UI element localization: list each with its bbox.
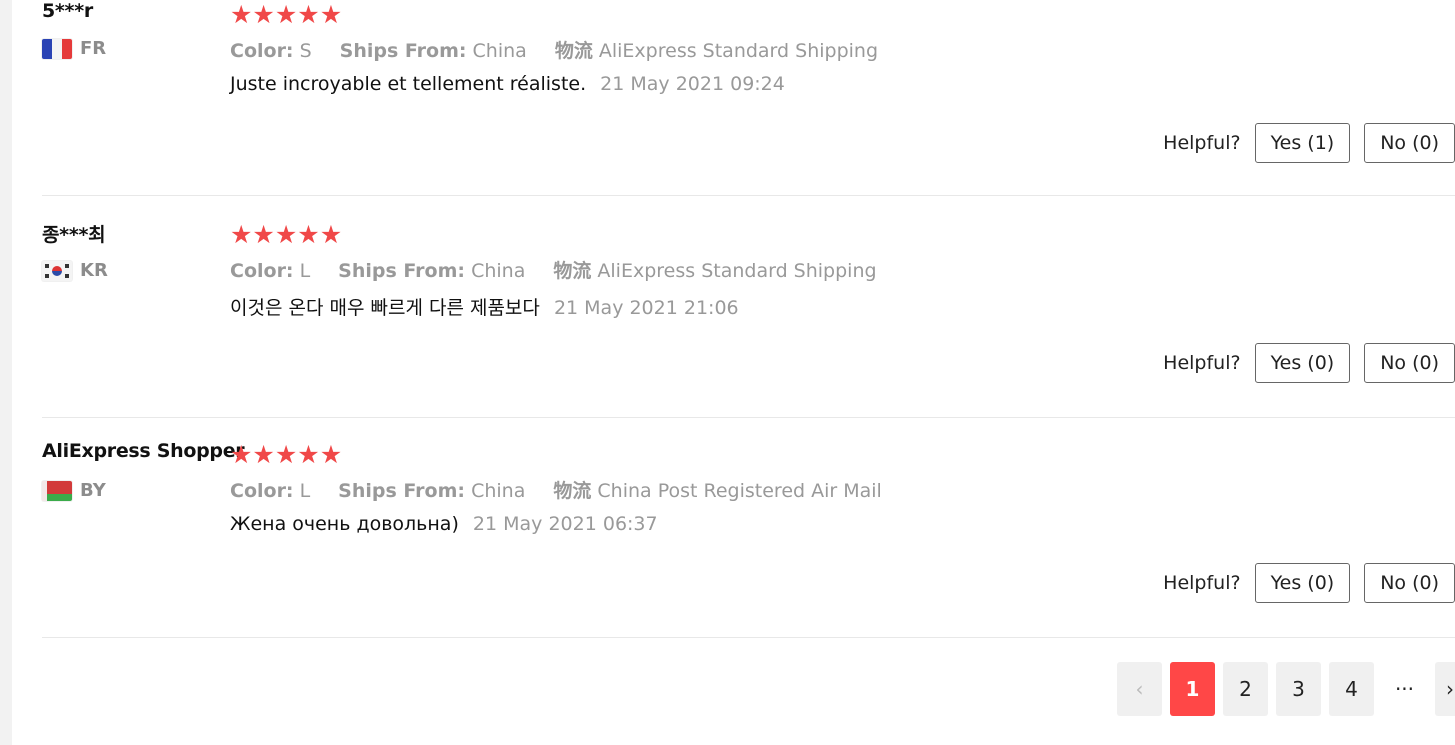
review-content: Juste incroyable et tellement réaliste. [230, 73, 587, 95]
review-meta: Color: L Ships From: China 物流 AliExpress S… [230, 256, 877, 283]
logistics-label: 物流 [554, 40, 593, 62]
logistics-value: AliExpress Standard Shipping [597, 260, 877, 282]
star-icon: ★ [319, 220, 343, 249]
prev-page-button[interactable]: ‹ [1117, 662, 1162, 716]
ships-from-label: Ships From: [339, 40, 467, 62]
star-icon: ★ [252, 220, 275, 249]
chevron-right-icon: › [1446, 677, 1454, 701]
star-icon: ★ [252, 440, 275, 469]
ships-from-value: China [471, 260, 526, 282]
reviewer-name: 5***r [42, 0, 93, 22]
review-item: 5***r FR ★★★★★ Color: S Ships From: China… [42, 0, 1455, 196]
review-date: 21 May 2021 21:06 [553, 297, 739, 319]
helpful-no-button[interactable]: No (0) [1364, 343, 1455, 383]
helpful-yes-button[interactable]: Yes (0) [1254, 563, 1351, 603]
review-text: 이것은 온다 매우 빠르게 다른 제품보다 21 May 2021 21:06 [230, 293, 739, 320]
review-meta: Color: L Ships From: China 物流 China Post R… [230, 476, 882, 503]
pagination: ‹ 1 2 3 4 ··· › [1117, 662, 1455, 716]
country-code: KR [80, 260, 108, 281]
ships-from-label: Ships From: [338, 480, 466, 502]
ships-from-value: China [472, 40, 527, 62]
ships-from-label: Ships From: [338, 260, 466, 282]
review-meta: Color: S Ships From: China 物流 AliExpress S… [230, 36, 878, 63]
color-value: L [299, 480, 311, 502]
helpful-label: Helpful? [1163, 132, 1241, 154]
star-icon: ★ [297, 0, 320, 29]
color-value: L [299, 260, 311, 282]
helpful-no-button[interactable]: No (0) [1364, 123, 1455, 163]
logistics-value: China Post Registered Air Mail [597, 480, 882, 502]
color-label: Color: [230, 40, 294, 62]
review-content: Жена очень довольна) [230, 513, 459, 535]
reviewer-name: AliExpress Shopper [42, 440, 245, 462]
helpful-no-button[interactable]: No (0) [1364, 563, 1455, 603]
page-4-button[interactable]: 4 [1329, 662, 1374, 716]
star-rating: ★★★★★ [230, 442, 342, 467]
helpful-vote: Helpful? Yes (0) No (0) [1163, 563, 1455, 603]
star-icon: ★ [230, 440, 253, 469]
country-code: BY [80, 480, 106, 501]
reviewer-name: 종***최 [42, 224, 106, 246]
color-value: S [299, 40, 312, 62]
star-icon: ★ [230, 220, 253, 249]
south-korea-flag-icon [42, 260, 72, 281]
review-date: 21 May 2021 09:24 [600, 73, 785, 95]
star-icon: ★ [230, 0, 253, 29]
star-icon: ★ [297, 440, 320, 469]
helpful-vote: Helpful? Yes (1) No (0) [1163, 123, 1455, 163]
next-page-button[interactable]: › [1435, 662, 1455, 716]
logistics-value: AliExpress Standard Shipping [598, 40, 879, 62]
helpful-yes-button[interactable]: Yes (1) [1254, 123, 1351, 163]
review-content: 이것은 온다 매우 빠르게 다른 제품보다 [230, 297, 540, 319]
reviewer-country: BY [42, 480, 106, 501]
star-icon: ★ [297, 220, 320, 249]
star-icon: ★ [252, 0, 275, 29]
star-icon: ★ [274, 0, 298, 29]
helpful-label: Helpful? [1163, 572, 1241, 594]
color-label: Color: [230, 260, 294, 282]
star-icon: ★ [274, 220, 298, 249]
page-1-button[interactable]: 1 [1170, 662, 1215, 716]
reviewer-country: KR [42, 260, 108, 281]
logistics-label: 物流 [553, 480, 592, 502]
reviews-panel: 5***r FR ★★★★★ Color: S Ships From: China… [12, 0, 1455, 745]
france-flag-icon [42, 38, 72, 59]
ships-from-value: China [471, 480, 526, 502]
page-3-button[interactable]: 3 [1276, 662, 1321, 716]
review-text: Жена очень довольна) 21 May 2021 06:37 [230, 513, 658, 535]
belarus-flag-icon [42, 480, 72, 501]
chevron-left-icon: ‹ [1135, 677, 1144, 701]
star-icon: ★ [319, 0, 343, 29]
page-2-button[interactable]: 2 [1223, 662, 1268, 716]
review-item: 종***최 KR ★★★★★ Color: L Ships From: China… [42, 198, 1455, 418]
helpful-vote: Helpful? Yes (0) No (0) [1163, 343, 1455, 383]
reviewer-country: FR [42, 38, 106, 59]
logistics-label: 物流 [553, 260, 592, 282]
country-code: FR [80, 38, 107, 59]
helpful-yes-button[interactable]: Yes (0) [1254, 343, 1351, 383]
star-rating: ★★★★★ [230, 222, 342, 247]
pagination-ellipsis: ··· [1394, 677, 1415, 701]
color-label: Color: [230, 480, 294, 502]
review-text: Juste incroyable et tellement réaliste. … [230, 73, 785, 95]
helpful-label: Helpful? [1163, 352, 1241, 374]
review-date: 21 May 2021 06:37 [472, 513, 658, 535]
review-item: AliExpress Shopper BY ★★★★★ Color: L Ship… [42, 418, 1455, 638]
star-icon: ★ [319, 440, 343, 469]
star-icon: ★ [274, 440, 298, 469]
star-rating: ★★★★★ [230, 2, 342, 27]
